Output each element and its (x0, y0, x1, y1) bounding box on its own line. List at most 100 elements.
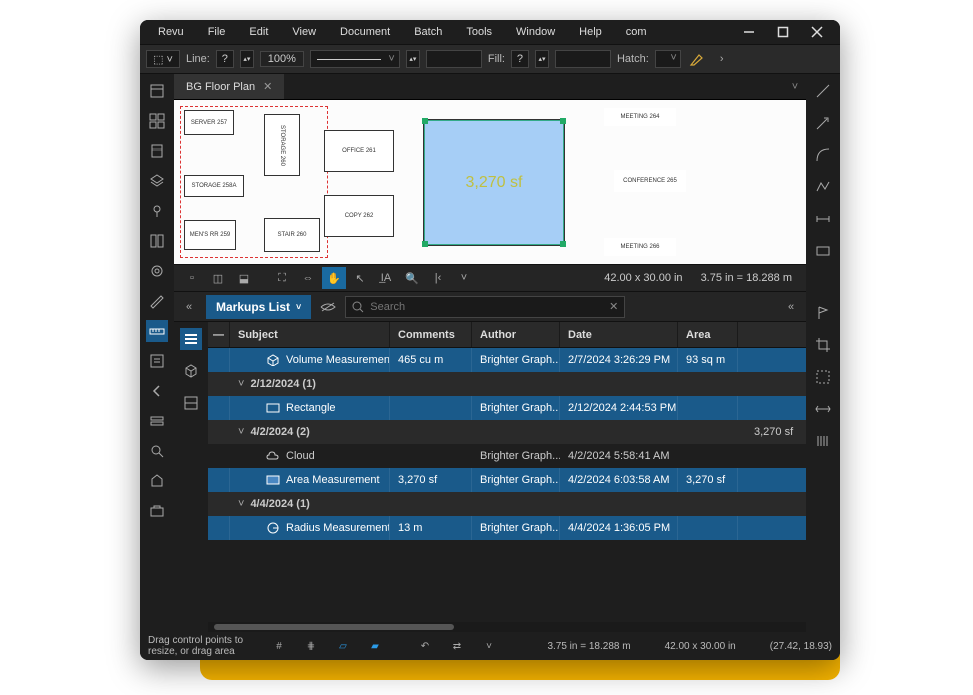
line-weight-spin[interactable]: ▴▾ (240, 50, 254, 68)
group-row[interactable]: ˅2/12/2024 (1) (208, 372, 806, 396)
rectangle-tool-icon[interactable] (812, 240, 834, 262)
col-date[interactable]: Date (560, 322, 678, 347)
menu-view[interactable]: View (282, 23, 326, 41)
fit-page-icon[interactable]: ⛶ (270, 267, 294, 289)
line-style-dropdown[interactable]: ˅ (310, 50, 400, 68)
fill-opacity[interactable] (555, 50, 611, 68)
sets-icon[interactable] (146, 410, 168, 432)
collapse-icon[interactable]: ˅ (238, 378, 244, 390)
count-tool-icon[interactable] (812, 430, 834, 452)
markup-row[interactable]: Radius Measurement13 mBrighter Graph...4… (208, 516, 806, 540)
dimension-tool-icon[interactable] (812, 208, 834, 230)
studio-icon[interactable] (146, 470, 168, 492)
places-icon[interactable] (146, 200, 168, 222)
hatch-dropdown[interactable]: ˅ (655, 50, 681, 68)
toolchest-icon[interactable] (146, 500, 168, 522)
select-icon[interactable]: ↖ (348, 267, 372, 289)
collapse-icon[interactable]: ˅ (238, 426, 244, 438)
line-tool-icon[interactable] (812, 80, 834, 102)
file-access-icon[interactable] (146, 80, 168, 102)
zoom-icon[interactable]: 🔍 (400, 267, 424, 289)
visibility-icon[interactable] (317, 301, 339, 313)
panel-title-dropdown[interactable]: Markups List ˅ (206, 295, 311, 319)
text-select-icon[interactable]: I̲A (374, 267, 398, 289)
area-measurement-markup[interactable]: 3,270 sf (424, 120, 564, 245)
snapshot-tool-icon[interactable] (812, 366, 834, 388)
markup-row[interactable]: CloudBrighter Graph...4/2/2024 5:58:41 A… (208, 444, 806, 468)
split-horz-icon[interactable]: ⬓ (232, 267, 256, 289)
grid-icon[interactable]: # (268, 635, 290, 657)
tab-chevron-icon[interactable]: ˅ (784, 81, 806, 93)
flag-tool-icon[interactable] (812, 302, 834, 324)
properties-more[interactable]: › (713, 50, 731, 68)
menu-window[interactable]: Window (506, 23, 565, 41)
menu-edit[interactable]: Edit (239, 23, 278, 41)
forms-icon[interactable] (146, 350, 168, 372)
menu-overflow[interactable]: com (616, 23, 657, 41)
zoom-value[interactable]: 100% (260, 51, 304, 67)
crop-tool-icon[interactable] (812, 334, 834, 356)
measure-width-icon[interactable] (812, 398, 834, 420)
col-area[interactable]: Area (678, 322, 738, 347)
3d-view-icon[interactable] (180, 360, 202, 382)
snap-markup-icon[interactable]: ▰ (364, 635, 386, 657)
expand-column[interactable]: — (208, 322, 230, 347)
bookmarks-icon[interactable] (146, 140, 168, 162)
menu-file[interactable]: File (198, 23, 236, 41)
search-input[interactable] (370, 301, 603, 313)
tab-close-icon[interactable]: ✕ (263, 80, 272, 93)
filter-icon[interactable] (180, 392, 202, 414)
menu-tools[interactable]: Tools (456, 23, 502, 41)
minimize-button[interactable] (734, 22, 764, 42)
pan-icon[interactable]: ✋ (322, 267, 346, 289)
thumbnails-icon[interactable] (146, 110, 168, 132)
group-row[interactable]: ˅4/2/2024 (2)3,270 sf (208, 420, 806, 444)
split-vert-icon[interactable]: ◫ (206, 267, 230, 289)
layers-icon[interactable] (146, 170, 168, 192)
menu-document[interactable]: Document (330, 23, 400, 41)
line-color[interactable]: ? (216, 50, 234, 68)
fit-width-icon[interactable]: ⇔ (296, 267, 320, 289)
view-dropdown-icon[interactable]: ˅ (452, 267, 476, 289)
line-end-spin[interactable]: ▴▾ (406, 50, 420, 68)
list-view-icon[interactable] (180, 328, 202, 350)
menu-revu[interactable]: Revu (148, 23, 194, 41)
settings-icon[interactable] (146, 260, 168, 282)
col-comments[interactable]: Comments (390, 322, 472, 347)
menu-batch[interactable]: Batch (404, 23, 452, 41)
prev-view-icon[interactable]: |‹ (426, 267, 450, 289)
arc-tool-icon[interactable] (812, 144, 834, 166)
menu-help[interactable]: Help (569, 23, 612, 41)
split-none-icon[interactable]: ▫ (180, 267, 204, 289)
search-icon[interactable] (146, 440, 168, 462)
grid-rows[interactable]: Volume Measurement465 cu mBrighter Graph… (208, 348, 806, 622)
close-button[interactable] (802, 22, 832, 42)
markup-row[interactable]: Volume Measurement465 cu mBrighter Graph… (208, 348, 806, 372)
fill-opacity-spin[interactable]: ▴▾ (535, 50, 549, 68)
col-subject[interactable]: Subject (230, 322, 390, 347)
line-end-style[interactable] (426, 50, 482, 68)
signatures-icon[interactable] (146, 290, 168, 312)
markup-row[interactable]: RectangleBrighter Graph...2/12/2024 2:44… (208, 396, 806, 420)
markup-row[interactable]: Area Measurement3,270 sfBrighter Graph..… (208, 468, 806, 492)
group-row[interactable]: ˅4/4/2024 (1) (208, 492, 806, 516)
panel-expand-right-icon[interactable]: « (780, 296, 802, 318)
snap-icon[interactable]: ⋕ (300, 635, 322, 657)
document-tab[interactable]: BG Floor Plan ✕ (174, 74, 284, 99)
col-author[interactable]: Author (472, 322, 560, 347)
sync-icon[interactable]: ⇄ (446, 635, 468, 657)
document-canvas[interactable]: SERVER 257 STORAGE 258A MEN'S RR 259 STO… (174, 100, 806, 264)
highlight-icon[interactable] (687, 49, 707, 69)
arrow-tool-icon[interactable] (812, 112, 834, 134)
polyline-tool-icon[interactable] (812, 176, 834, 198)
shape-dropdown[interactable]: ⬚ ˅ (146, 50, 180, 68)
sync-dropdown-icon[interactable]: ˅ (478, 635, 500, 657)
spaces-icon[interactable] (146, 230, 168, 252)
fill-color[interactable]: ? (511, 50, 529, 68)
search-box[interactable]: ✕ (345, 296, 625, 318)
back-icon[interactable] (146, 380, 168, 402)
reuse-icon[interactable]: ↶ (414, 635, 436, 657)
horizontal-scrollbar[interactable] (208, 622, 806, 632)
collapse-icon[interactable]: ˅ (238, 498, 244, 510)
panel-collapse-icon[interactable]: « (178, 296, 200, 318)
